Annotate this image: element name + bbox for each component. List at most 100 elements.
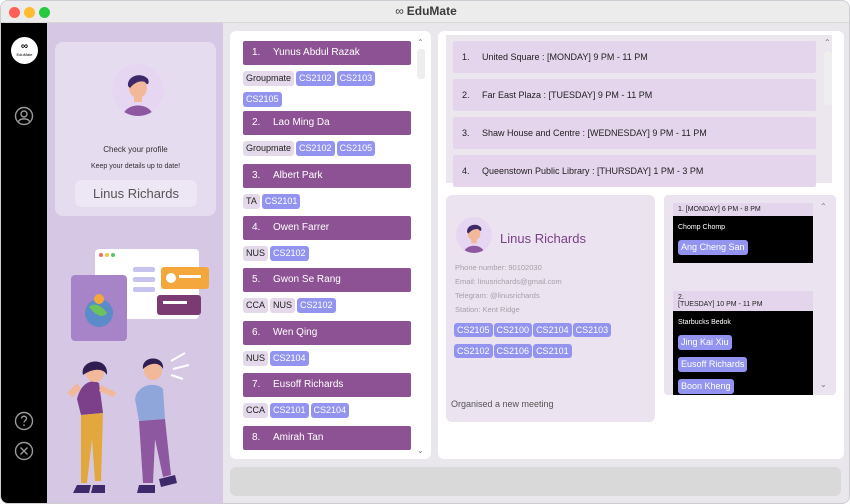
module-tag: CS2100 [493, 323, 533, 337]
location-item[interactable]: 2. Far East Plaza : [TUESDAY] 9 PM - 11 P… [453, 79, 816, 111]
contact-list[interactable]: 1. Yunus Abdul Razak Groupmate CS2102 CS2103… [230, 31, 431, 459]
contact-tags: Groupmate CS2102 CS2103 CS2105 [243, 65, 411, 110]
avatar [112, 64, 164, 116]
module-tag: CS2102 [297, 298, 336, 313]
contact-header: 3. Albert Park [243, 164, 411, 188]
contact-card[interactable]: 2. Lao Ming Da Groupmate CS2102 CS2105 [243, 111, 411, 159]
meeting-header: 2. [TUESDAY] 10 PM - 11 PM [673, 291, 813, 311]
contact-tags: TA CS2101 [243, 188, 411, 212]
contact-tags: NUS CS2104 [243, 345, 411, 369]
meeting-time: [TUESDAY] 10 PM - 11 PM [678, 301, 763, 308]
profile-card[interactable]: Check your profile Keep your details up … [55, 42, 216, 216]
location-item[interactable]: 4. Queenstown Public Library : [THURSDAY]… [453, 155, 816, 187]
profile-name-box[interactable]: Linus Richards [75, 180, 197, 207]
module-tag: CS2104 [533, 323, 572, 337]
scroll-down-arrow[interactable]: ⌄ [417, 447, 424, 455]
location-scrollbar[interactable]: ⌃ [824, 35, 832, 181]
profile-panel: Check your profile Keep your details up … [47, 23, 223, 503]
sidebar: ∞ EduMate [1, 23, 47, 503]
module-tag: CS2106 [493, 344, 533, 358]
close-icon[interactable] [14, 441, 34, 461]
contact-index: 4. [252, 222, 261, 233]
scroll-up-arrow[interactable]: ⌃ [417, 39, 424, 47]
contact-name: Eusoff Richards [273, 379, 344, 390]
contact-name: Owen Farrer [273, 222, 330, 233]
contact-card[interactable]: 8. Amirah Tan [243, 426, 411, 453]
person-email: Email: linusrichards@gmail.com [455, 277, 562, 286]
module-tag: CS2103 [336, 71, 376, 86]
attendee-tag: Ang Cheng San [678, 240, 748, 255]
infinity-icon: ∞ [395, 4, 404, 18]
app-window: ∞ EduMate ∞ EduMate Check your profile K… [0, 0, 850, 504]
command-input[interactable] [230, 467, 841, 496]
contact-name: Yunus Abdul Razak [273, 47, 360, 58]
scrollbar-thumb[interactable] [824, 51, 832, 105]
status-message: Organised a new meeting [451, 399, 554, 409]
people-illustration [67, 249, 209, 493]
contact-header: 5. Gwon Se Rang [243, 268, 411, 292]
help-icon[interactable] [14, 411, 34, 431]
person-telegram: Telegram: @linusrichards [455, 291, 540, 300]
meeting-card[interactable]: 1. [MONDAY] 6 PM - 8 PM Chomp Chomp Ang … [673, 203, 813, 263]
contact-card[interactable]: 3. Albert Park TA CS2101 [243, 164, 411, 212]
module-tag: CS2101 [533, 344, 572, 358]
group-tag: CCA [243, 298, 269, 313]
contact-tags: CCA CS2101 CS2104 [243, 397, 411, 421]
contact-card[interactable]: 7. Eusoff Richards CCA CS2101 CS2104 [243, 373, 411, 421]
contact-card[interactable]: 1. Yunus Abdul Razak Groupmate CS2102 CS2103… [243, 41, 411, 110]
contact-index: 1. [252, 47, 261, 58]
location-text: Far East Plaza : [TUESDAY] 9 PM - 11 PM [482, 90, 653, 100]
location-index: 1. [462, 52, 470, 62]
scroll-up-arrow[interactable]: ⌃ [824, 39, 831, 47]
check-profile-text: Check your profile [103, 145, 168, 154]
contact-tags: CCA NUS CS2102 [243, 292, 411, 316]
contact-header: 4. Owen Farrer [243, 216, 411, 240]
window-title-text: EduMate [406, 4, 457, 18]
group-tag: CCA [243, 403, 269, 418]
title-bar: ∞ EduMate [1, 1, 849, 23]
scroll-down-arrow[interactable]: ⌄ [820, 381, 827, 389]
contact-card[interactable]: 4. Owen Farrer NUS CS2102 [243, 216, 411, 264]
contact-index: 3. [252, 170, 261, 181]
location-item[interactable]: 1. United Square : [MONDAY] 9 PM - 11 PM [453, 41, 816, 73]
group-tag: NUS [243, 246, 269, 261]
contact-name: Wen Qing [273, 327, 318, 338]
meeting-header: 1. [MONDAY] 6 PM - 8 PM [673, 203, 813, 216]
scrollbar-thumb[interactable] [417, 49, 425, 79]
location-text: Queenstown Public Library : [THURSDAY] 1… [482, 166, 704, 176]
location-text: United Square : [MONDAY] 9 PM - 11 PM [482, 52, 648, 62]
location-text: Shaw House and Centre : [WEDNESDAY] 9 PM… [482, 128, 707, 138]
location-index: 3. [462, 128, 470, 138]
contact-name: Albert Park [273, 170, 323, 181]
group-tag: NUS [243, 351, 269, 366]
logo-mark: ∞ [20, 41, 29, 52]
module-tag: CS2101 [270, 403, 309, 418]
module-tag: CS2101 [261, 194, 301, 209]
profile-icon[interactable] [14, 106, 34, 126]
group-tag: Groupmate [243, 71, 295, 86]
meeting-scrollbar[interactable]: ⌃ ⌄ [820, 203, 828, 393]
meeting-place: Starbucks Bedok [678, 319, 731, 326]
meeting-number: 2. [678, 294, 684, 301]
contact-index: 5. [252, 274, 261, 285]
contact-header: 7. Eusoff Richards [243, 373, 411, 397]
attendee-tag: Eusoff Richards [678, 357, 748, 372]
meeting-card[interactable]: 2. [TUESDAY] 10 PM - 11 PM Starbucks Bedo… [673, 291, 813, 395]
meeting-place: Chomp Chomp [678, 224, 726, 231]
contact-list-scrollbar[interactable]: ⌃ ⌄ [417, 35, 425, 455]
contact-index: 2. [252, 117, 261, 128]
location-list[interactable]: 1. United Square : [MONDAY] 9 PM - 11 PM 2… [446, 35, 832, 187]
contact-card[interactable]: 5. Gwon Se Rang CCA NUS CS2102 [243, 268, 411, 316]
group-tag: TA [243, 194, 260, 209]
module-tag: CS2105 [454, 323, 493, 337]
meeting-list[interactable]: 1. [MONDAY] 6 PM - 8 PM Chomp Chomp Ang … [664, 195, 836, 395]
attendee-tag: Boon Kheng [678, 379, 734, 394]
location-item[interactable]: 3. Shaw House and Centre : [WEDNESDAY] 9 … [453, 117, 816, 149]
contact-card[interactable]: 6. Wen Qing NUS CS2104 [243, 321, 411, 369]
module-tag: CS2102 [270, 246, 309, 261]
module-tag: CS2105 [336, 141, 376, 156]
group-tag: NUS [270, 298, 296, 313]
scroll-up-arrow[interactable]: ⌃ [820, 203, 827, 211]
contact-name: Gwon Se Rang [273, 274, 341, 285]
module-tag: CS2103 [572, 323, 612, 337]
